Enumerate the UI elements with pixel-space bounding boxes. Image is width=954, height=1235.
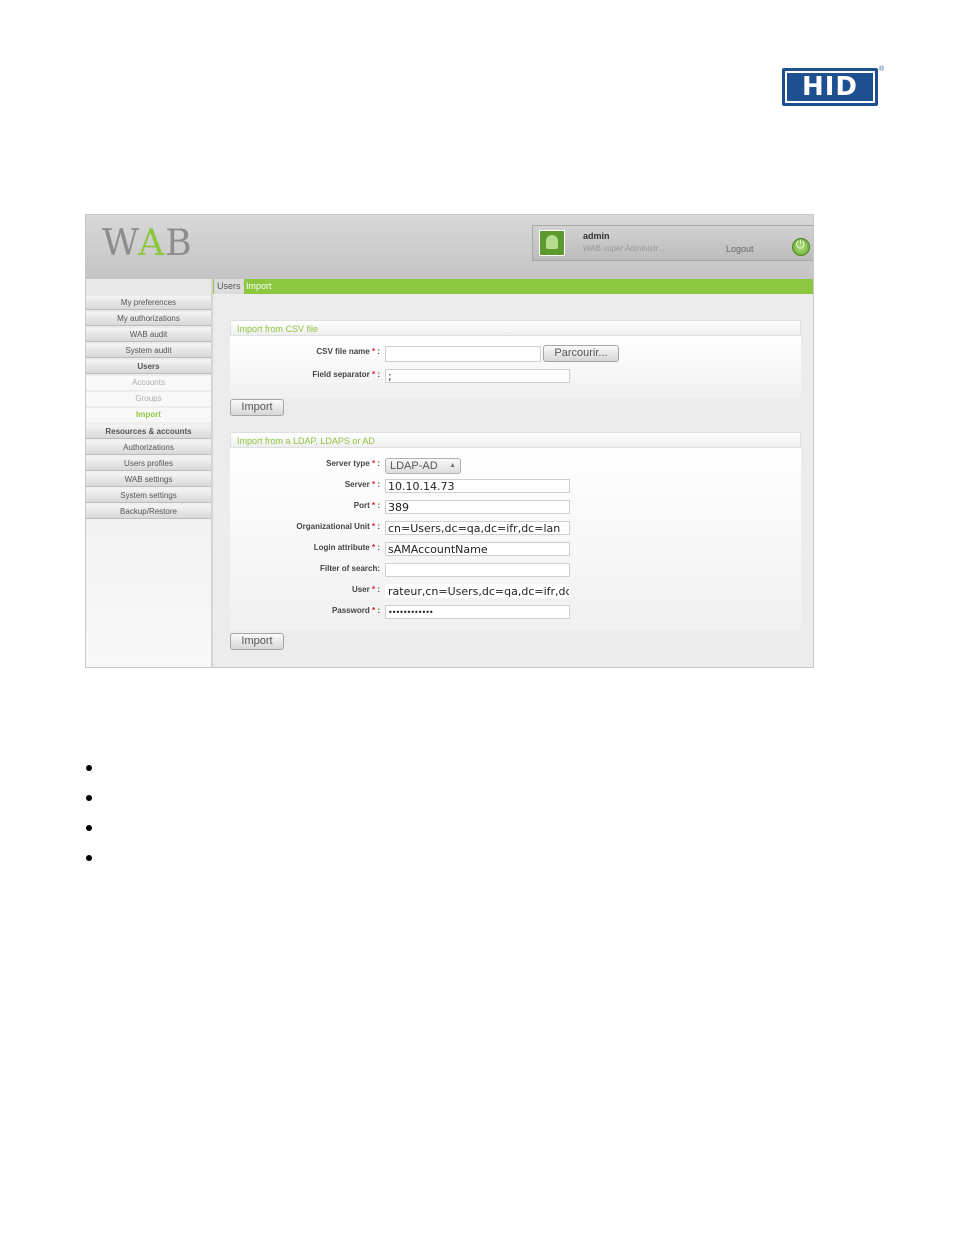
bullet-point: [86, 825, 92, 831]
avatar: [539, 230, 565, 256]
user-box: admin WAB super Administr... Logout: [532, 225, 813, 261]
user-dn-input[interactable]: rateur,cn=Users,dc=qa,dc=ifr,dc=lan: [385, 584, 570, 598]
field-separator-label: Field separator * :: [312, 370, 380, 379]
top-bar: WAB admin WAB super Administr... Logout: [86, 215, 813, 279]
ldap-import-button[interactable]: Import: [230, 633, 284, 650]
sidebar-subitem-groups[interactable]: Groups: [86, 392, 211, 406]
sidebar-item-my-preferences[interactable]: My preferences: [86, 296, 211, 310]
csv-panel-title: Import from CSV file: [230, 320, 801, 336]
organizational-unit-input[interactable]: cn=Users,dc=qa,dc=ifr,dc=lan: [385, 521, 570, 535]
bullet-point: [86, 765, 92, 771]
browse-button[interactable]: Parcourir...: [543, 345, 619, 362]
sidebar-item-system-audit[interactable]: System audit: [86, 344, 211, 358]
csv-file-input[interactable]: [385, 346, 541, 362]
ldap-panel-title: Import from a LDAP, LDAPS or AD: [230, 432, 801, 448]
bullet-point: [86, 795, 92, 801]
server-type-select[interactable]: LDAP-AD ▲: [385, 458, 461, 474]
wab-logo: WAB: [102, 223, 193, 264]
sidebar-item-users[interactable]: Users: [86, 360, 211, 374]
user-name: admin: [583, 231, 610, 241]
user-label: User * :: [351, 585, 380, 594]
password-label: Password * :: [331, 606, 380, 615]
csv-panel-body: CSV file name * : Parcourir... Field sep…: [230, 336, 801, 398]
sidebar-subitem-import[interactable]: Import: [86, 408, 211, 422]
login-attribute-input[interactable]: sAMAccountName: [385, 542, 570, 556]
password-input[interactable]: ••••••••••••: [385, 605, 570, 619]
sidebar-item-system-settings[interactable]: System settings: [86, 489, 211, 503]
server-label: Server * :: [344, 480, 380, 489]
sidebar: My preferences My authorizations WAB aud…: [86, 279, 213, 667]
hid-logo-text: HID: [785, 71, 875, 103]
ldap-import-panel: Import from a LDAP, LDAPS or AD Server t…: [230, 432, 801, 630]
sidebar-item-users-profiles[interactable]: Users profiles: [86, 457, 211, 471]
filter-of-search-label: Filter of search:: [319, 564, 380, 573]
server-type-label: Server type * :: [326, 459, 380, 468]
login-attribute-label: Login attribute * :: [313, 543, 380, 552]
sidebar-item-backup-restore[interactable]: Backup/Restore: [86, 505, 211, 519]
port-label: Port * :: [353, 501, 380, 510]
sidebar-subitem-accounts[interactable]: Accounts: [86, 376, 211, 390]
ldap-panel-body: Server type * : LDAP-AD ▲ Server * : 10.1…: [230, 448, 801, 630]
hid-logo: HID: [782, 68, 878, 106]
breadcrumb-users[interactable]: Users: [214, 279, 244, 294]
csv-import-panel: Import from CSV file CSV file name * : P…: [230, 320, 801, 398]
sidebar-item-my-authorizations[interactable]: My authorizations: [86, 312, 211, 326]
csv-file-label: CSV file name * :: [316, 347, 380, 356]
sidebar-item-wab-audit[interactable]: WAB audit: [86, 328, 211, 342]
user-role: WAB super Administr...: [583, 244, 665, 253]
sidebar-item-wab-settings[interactable]: WAB settings: [86, 473, 211, 487]
sidebar-item-resources-accounts[interactable]: Resources & accounts: [86, 425, 211, 439]
bullet-point: [86, 855, 92, 861]
logout-link[interactable]: Logout: [726, 244, 754, 254]
breadcrumb-bar: [213, 279, 813, 294]
server-input[interactable]: 10.10.14.73: [385, 479, 570, 493]
organizational-unit-label: Organizational Unit * :: [296, 522, 380, 531]
sidebar-item-authorizations[interactable]: Authorizations: [86, 441, 211, 455]
wab-screenshot: WAB admin WAB super Administr... Logout …: [85, 214, 814, 668]
csv-import-button[interactable]: Import: [230, 399, 284, 416]
registered-mark: ®: [879, 66, 885, 73]
breadcrumb-import: Import: [246, 281, 272, 291]
power-icon[interactable]: [792, 238, 810, 256]
select-arrows-icon: ▲: [449, 462, 456, 469]
filter-of-search-input[interactable]: [385, 563, 570, 577]
field-separator-input[interactable]: ;: [385, 369, 570, 383]
port-input[interactable]: 389: [385, 500, 570, 514]
